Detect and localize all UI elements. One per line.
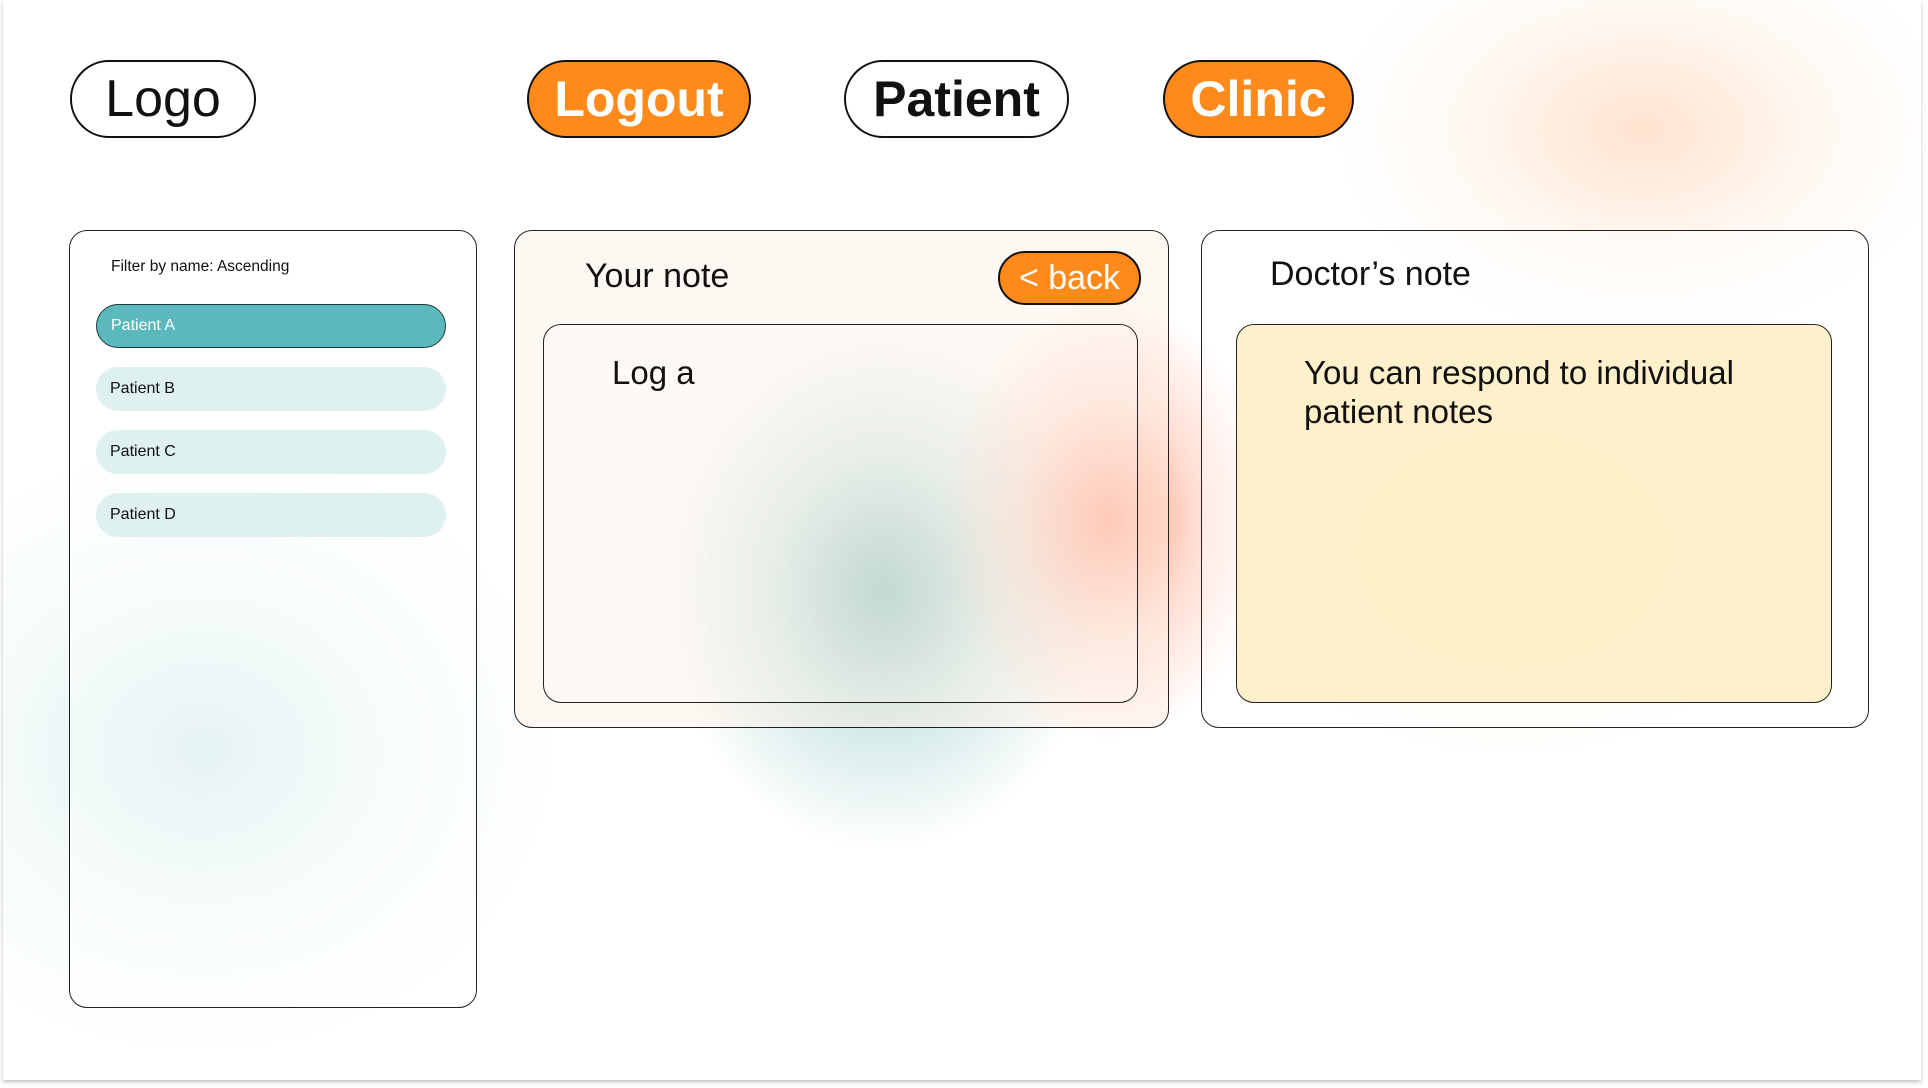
patient-list-item[interactable]: Patient A: [96, 304, 446, 348]
filter-sort-control[interactable]: Filter by name: Ascending: [111, 258, 289, 276]
patient-list-item[interactable]: Patient C: [96, 430, 446, 474]
note-text-area[interactable]: Log a: [543, 324, 1138, 703]
patient-list: Patient A Patient B Patient C Patient D: [96, 304, 446, 556]
patient-sidebar: Filter by name: Ascending Patient A Pati…: [69, 230, 477, 1008]
doctor-note-title: Doctor’s note: [1270, 255, 1471, 293]
doctor-note-text: You can respond to individual patient no…: [1304, 354, 1734, 430]
app-canvas: Logo Logout Patient Clinic Filter by nam…: [3, 0, 1921, 1080]
your-note-panel: Your note < back Log a: [514, 230, 1169, 728]
your-note-title: Your note: [585, 257, 730, 295]
logo[interactable]: Logo: [70, 60, 256, 138]
logout-button[interactable]: Logout: [527, 60, 751, 138]
doctor-note-box[interactable]: You can respond to individual patient no…: [1236, 324, 1832, 703]
patient-list-item[interactable]: Patient D: [96, 493, 446, 537]
patient-nav-button[interactable]: Patient: [844, 60, 1069, 138]
back-button[interactable]: < back: [998, 251, 1141, 305]
doctor-note-panel: Doctor’s note You can respond to individ…: [1201, 230, 1869, 728]
note-text: Log a: [612, 354, 695, 391]
patient-list-item[interactable]: Patient B: [96, 367, 446, 411]
clinic-nav-button[interactable]: Clinic: [1163, 60, 1354, 138]
